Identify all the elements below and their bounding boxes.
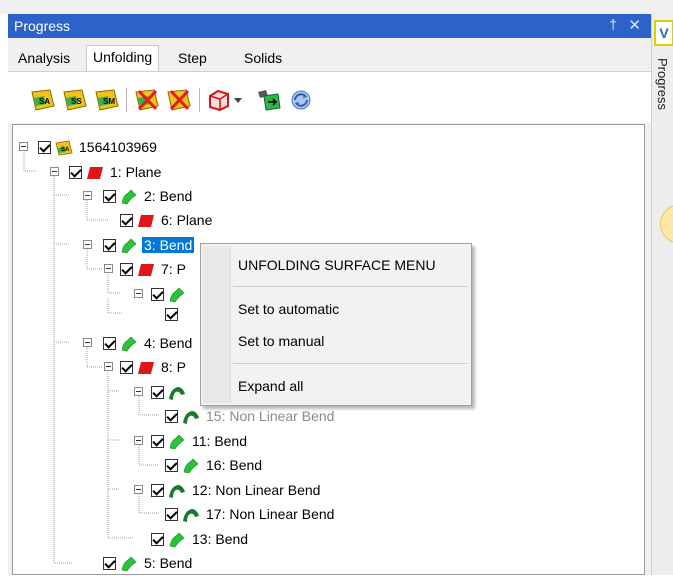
assembly-icon: SA [55, 140, 73, 156]
node-checkbox[interactable] [165, 308, 178, 321]
non-linear-bend-icon [169, 387, 185, 400]
panel-title: Progress [14, 18, 71, 34]
remove-unfold-icon[interactable] [166, 88, 192, 112]
non-linear-bend-icon [183, 509, 199, 522]
dock-progress-tab[interactable]: Progress [655, 58, 670, 110]
bend-icon [121, 238, 137, 254]
node-checkbox[interactable] [69, 166, 82, 179]
expand-toggle[interactable] [134, 485, 143, 494]
toolbar-separator [126, 88, 127, 112]
clear-unfold-icon[interactable] [134, 88, 160, 112]
node-checkbox[interactable] [151, 386, 164, 399]
bend-icon [121, 336, 137, 352]
plane-icon [87, 167, 103, 179]
bend-icon [121, 189, 137, 205]
node-label: 12: Non Linear Bend [192, 482, 321, 498]
node-checkbox[interactable] [103, 557, 116, 570]
tab-unfolding[interactable]: Unfolding [86, 45, 160, 71]
expand-toggle[interactable] [83, 191, 92, 200]
solid-view-icon[interactable] [206, 88, 232, 112]
menu-separator [233, 363, 468, 364]
toolbar-separator [199, 88, 200, 112]
expand-toggle[interactable] [104, 264, 113, 273]
plane-icon [138, 264, 154, 276]
node-label: 4: Bend [144, 335, 193, 351]
svg-text:SM: SM [103, 97, 115, 106]
node-label: 1: Plane [110, 164, 162, 180]
bend-icon [121, 556, 137, 572]
node-label: 1564103969 [79, 139, 157, 155]
node-label: 3: Bend [142, 237, 195, 253]
menu-header: UNFOLDING SURFACE MENU [238, 257, 436, 273]
node-checkbox[interactable] [120, 361, 133, 374]
node-checkbox[interactable] [120, 263, 133, 276]
unfold-sm-icon[interactable]: SM [94, 88, 120, 112]
window-top-strip [0, 0, 673, 14]
tab-solids[interactable]: Solids [238, 47, 288, 71]
node-label: 6: Plane [161, 212, 213, 228]
pin-icon[interactable]: † [609, 16, 617, 32]
node-checkbox[interactable] [103, 239, 116, 252]
unfold-sa-icon[interactable]: SA [30, 88, 56, 112]
svg-text:SA: SA [39, 97, 50, 106]
dropdown-arrow-icon[interactable] [232, 88, 244, 112]
unfold-ss-icon[interactable]: SS [62, 88, 88, 112]
tab-step[interactable]: Step [172, 47, 213, 71]
node-label: 16: Bend [206, 457, 263, 473]
node-checkbox[interactable] [103, 337, 116, 350]
expand-toggle[interactable] [104, 362, 113, 371]
menu-icon-gutter [203, 246, 231, 403]
svg-text:SA: SA [61, 147, 70, 153]
expand-toggle[interactable] [19, 142, 28, 151]
node-checkbox[interactable] [151, 533, 164, 546]
node-checkbox[interactable] [151, 435, 164, 448]
node-checkbox[interactable] [165, 459, 178, 472]
dock-v-button[interactable]: V [654, 20, 673, 46]
bend-icon [169, 434, 185, 450]
node-label: 5: Bend [144, 555, 193, 571]
expand-toggle[interactable] [134, 387, 143, 396]
node-label: 17: Non Linear Bend [206, 506, 335, 522]
refresh-icon[interactable] [288, 88, 314, 112]
plane-icon [138, 215, 154, 227]
node-checkbox[interactable] [151, 288, 164, 301]
expand-toggle[interactable] [134, 289, 143, 298]
node-checkbox[interactable] [165, 410, 178, 423]
node-checkbox[interactable] [38, 141, 51, 154]
node-label: 7: P [161, 261, 186, 277]
non-linear-bend-icon [169, 485, 185, 498]
bend-icon [169, 532, 185, 548]
menu-item-set-automatic[interactable]: Set to automatic [238, 301, 339, 317]
bend-icon [183, 458, 199, 474]
expand-toggle[interactable] [134, 436, 143, 445]
expand-toggle[interactable] [83, 240, 92, 249]
panel-titlebar: Progress † ✕ [8, 14, 651, 38]
node-checkbox[interactable] [120, 214, 133, 227]
svg-text:SS: SS [71, 97, 82, 106]
plane-icon [138, 362, 154, 374]
non-linear-bend-icon [183, 411, 199, 424]
node-checkbox[interactable] [103, 190, 116, 203]
menu-separator [233, 286, 468, 287]
expand-toggle[interactable] [50, 167, 59, 176]
node-checkbox[interactable] [151, 484, 164, 497]
node-checkbox[interactable] [165, 508, 178, 521]
tab-analysis[interactable]: Analysis [12, 47, 76, 71]
hint-bulb-icon[interactable] [660, 204, 673, 244]
node-label: 8: P [161, 359, 186, 375]
side-dock-strip: V Progress [651, 14, 673, 575]
menu-item-set-manual[interactable]: Set to manual [238, 333, 324, 349]
export-icon[interactable] [256, 88, 282, 112]
node-label: 11: Bend [192, 433, 248, 449]
bend-icon [169, 287, 185, 303]
unfolding-surface-context-menu: UNFOLDING SURFACE MENU Set to automatic … [200, 243, 472, 406]
close-icon[interactable]: ✕ [628, 16, 641, 34]
node-label: 13: Bend [192, 531, 249, 547]
menu-item-expand-all[interactable]: Expand all [238, 378, 303, 394]
expand-toggle[interactable] [83, 338, 92, 347]
node-label: 2: Bend [144, 188, 193, 204]
node-label: 15: Non Linear Bend [206, 408, 335, 424]
